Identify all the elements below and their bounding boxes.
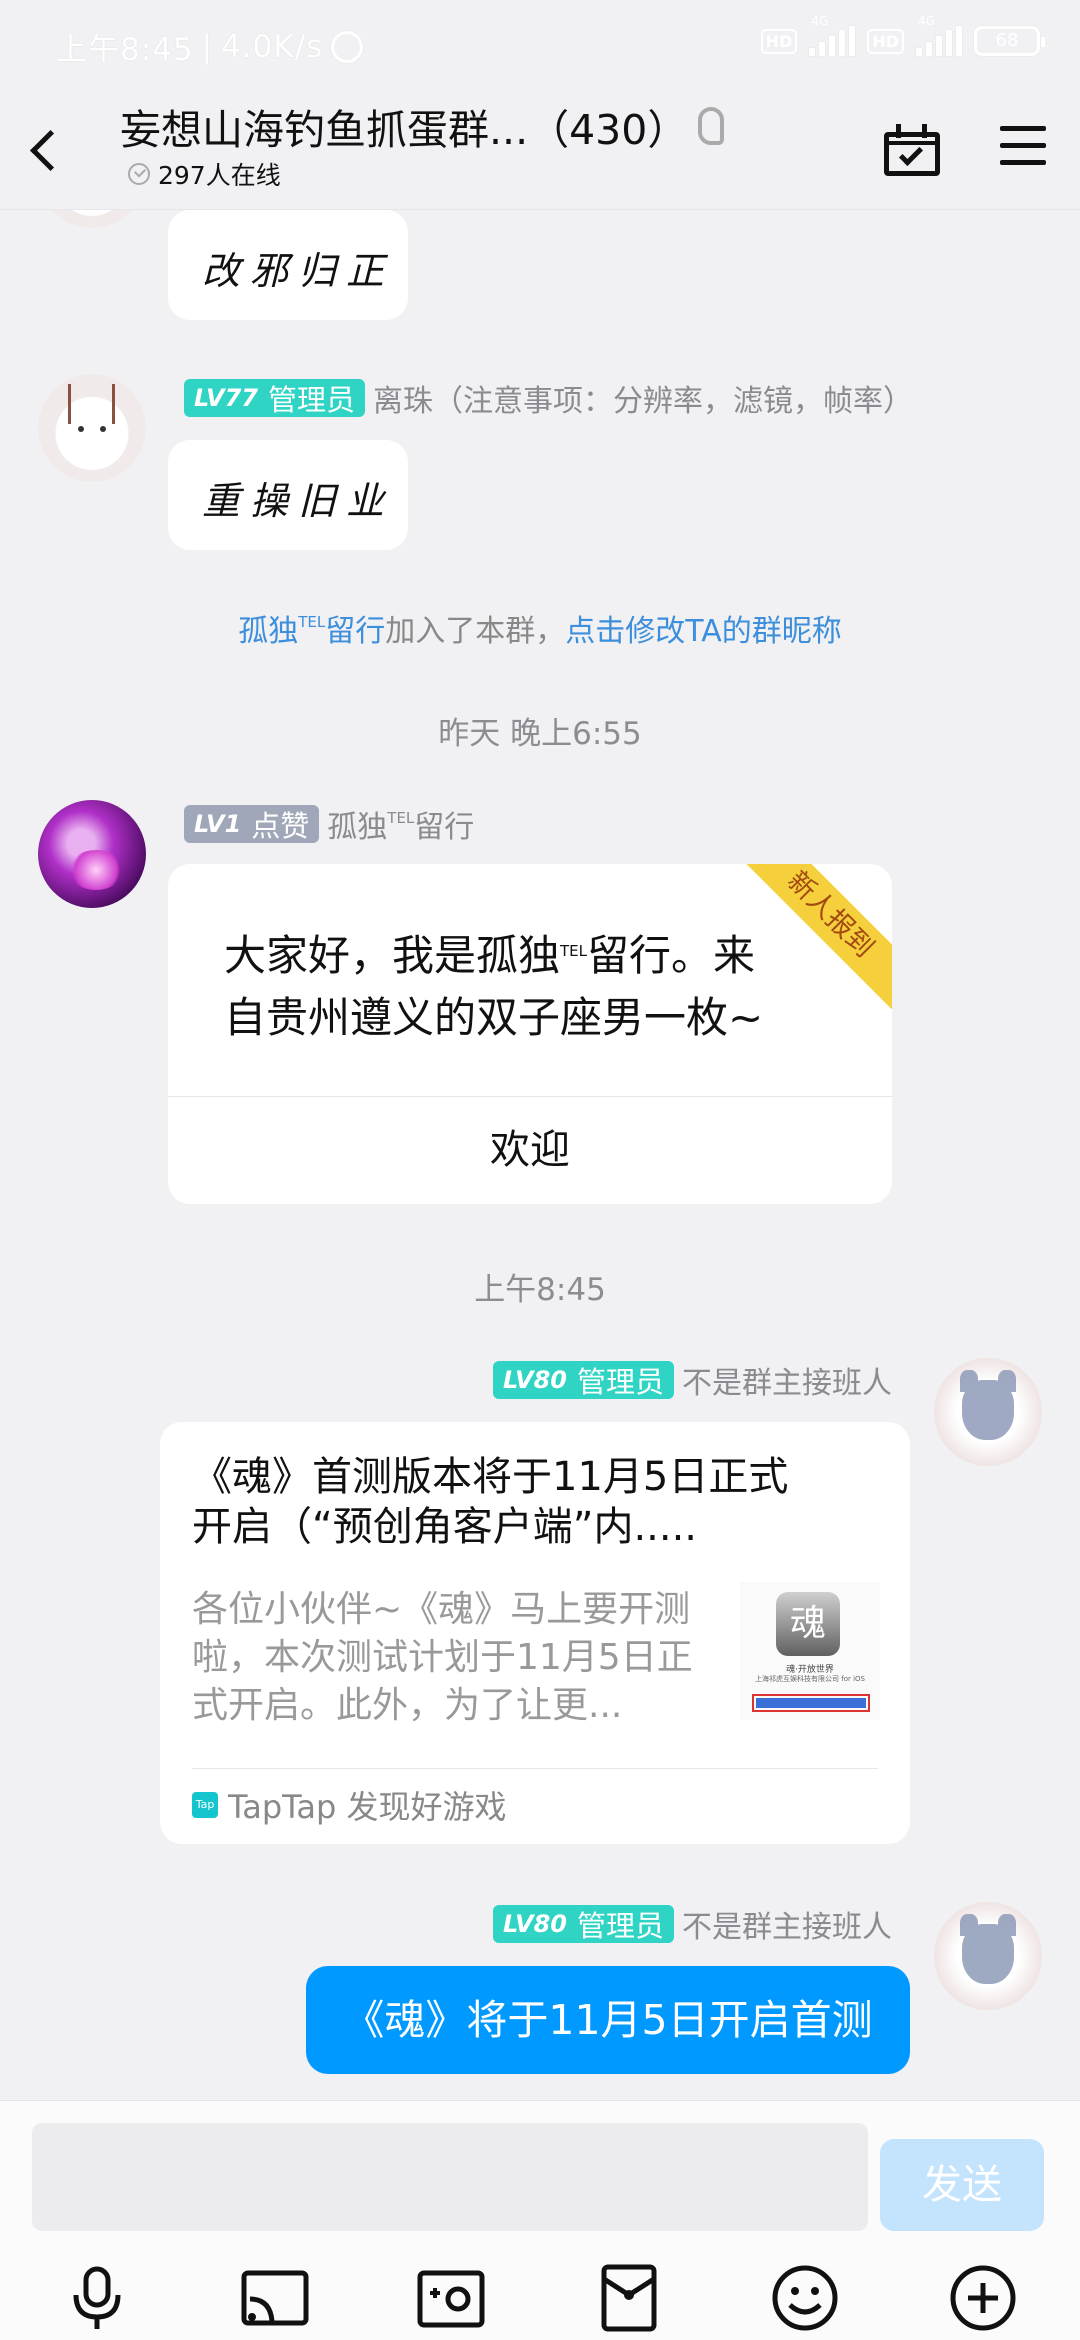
admin-badge: LV77 管理员 xyxy=(184,379,365,417)
share-card-description: 各位小伙伴~《魂》马上要开测 啦，本次测试计划于11月5日正 式开启。此外，为了… xyxy=(192,1589,693,1726)
avatar[interactable] xyxy=(934,1358,1042,1466)
avatar[interactable] xyxy=(934,1902,1042,2010)
sender-meta: LV77 管理员 离珠（注意事项：分辨率，滤镜，帧率） xyxy=(184,376,913,420)
cast-screen-icon[interactable] xyxy=(240,2263,310,2333)
sender-meta: LV80 管理员 不是群主接班人 xyxy=(493,1902,892,1946)
status-speed: 4.0K/s xyxy=(221,28,324,65)
alarm-icon xyxy=(331,30,364,63)
message-bubble[interactable]: 重操旧业 xyxy=(168,440,408,550)
online-count-text: 297人在线 xyxy=(158,161,281,190)
sender-name[interactable]: 不是群主接班人 xyxy=(682,1902,892,1946)
menu-icon[interactable] xyxy=(1000,126,1046,168)
share-card-title: 《魂》首测版本将于11月5日正式 开启（“预创角客户端”内..... xyxy=(192,1454,789,1550)
newcomer-ribbon: 新人报到 xyxy=(742,864,892,1014)
edit-nickname-link[interactable]: 点击修改TA的群昵称 xyxy=(565,614,842,649)
card-divider xyxy=(192,1768,878,1769)
newcomer-card[interactable]: 新人报到 大家好，我是孤独TEL留行。来 自贵州遵义的双子座男一枚~ 欢迎 xyxy=(168,864,892,1204)
hd-icon-2: HD xyxy=(867,28,904,54)
role-label: 管理员 xyxy=(576,1909,664,1943)
send-button[interactable]: 发送 xyxy=(880,2139,1044,2231)
ear-icon xyxy=(698,107,725,145)
message-text: 《魂》将于11月5日开启首测 xyxy=(343,1996,873,2044)
chat-header: 妄想山海钓鱼抓蛋群...（430） 297人在线 xyxy=(0,90,1080,210)
share-card-thumbnail: 魂 魂·开放世界 上海祁虎互娱科技有限公司 for iOS xyxy=(740,1582,880,1720)
input-bar: 发送 xyxy=(0,2100,1080,2340)
avatar[interactable] xyxy=(38,800,146,908)
sender-meta: LV80 管理员 不是群主接班人 xyxy=(493,1358,892,1402)
battery-icon: 68 xyxy=(974,26,1045,56)
level-badge: LV1 点赞 xyxy=(184,805,320,843)
greeting-text: 大家好，我是孤独TEL留行。来 自贵州遵义的双子座男一枚~ xyxy=(224,931,764,1042)
network-type-1: 4G xyxy=(811,14,829,28)
level-label: LV1 xyxy=(194,810,242,838)
role-label: 管理员 xyxy=(267,383,355,417)
sender-meta: LV1 点赞 孤独TEL留行 xyxy=(184,802,474,846)
status-left: 上午8:45 | 4.0K/s xyxy=(56,24,364,69)
message-bubble-self[interactable]: 《魂》将于11月5日开启首测 xyxy=(306,1966,910,2074)
thumb-caption-2: 上海祁虎互娱科技有限公司 for iOS xyxy=(755,1675,865,1683)
network-type-2: 4G xyxy=(918,14,935,28)
thumb-button xyxy=(756,1698,866,1708)
status-time: 上午8:45 xyxy=(56,32,194,68)
level-label: LV80 xyxy=(503,1366,567,1394)
welcome-button[interactable]: 欢迎 xyxy=(168,1097,892,1204)
group-title[interactable]: 妄想山海钓鱼抓蛋群...（430） xyxy=(120,96,725,156)
sender-name[interactable]: 孤独TEL留行 xyxy=(327,802,474,846)
level-label: LV77 xyxy=(194,384,258,412)
sender-name[interactable]: 不是群主接班人 xyxy=(682,1358,892,1402)
message-bubble[interactable]: 改邪归正 xyxy=(168,210,408,320)
admin-badge: LV80 管理员 xyxy=(493,1361,674,1399)
source-label: TapTap 发现好游戏 xyxy=(228,1788,507,1826)
status-right: HD 4G HD 4G 68 xyxy=(760,14,1045,56)
back-button[interactable] xyxy=(14,112,74,182)
message-text: 改邪归正 xyxy=(202,249,395,293)
voice-icon[interactable] xyxy=(62,2263,132,2333)
notice-text: 加入了本群， xyxy=(385,614,566,649)
sender-name[interactable]: 离珠（注意事项：分辨率，滤镜，帧率） xyxy=(373,376,913,420)
online-status-icon xyxy=(128,163,150,185)
calendar-checkin-icon[interactable] xyxy=(884,124,940,176)
system-notice: 孤独TEL留行加入了本群，点击修改TA的群昵称 xyxy=(0,606,1080,650)
timestamp: 昨天 晚上6:55 xyxy=(438,716,642,752)
share-card-source: Tap TapTap 发现好游戏 xyxy=(192,1782,507,1828)
message-text: 重操旧业 xyxy=(202,479,395,523)
share-card[interactable]: 《魂》首测版本将于11月5日正式 开启（“预创角客户端”内..... 各位小伙伴… xyxy=(160,1422,910,1844)
camera-icon[interactable] xyxy=(416,2263,486,2333)
joined-user-name[interactable]: 孤独TEL留行 xyxy=(238,613,385,649)
admin-badge: LV80 管理员 xyxy=(493,1905,674,1943)
avatar[interactable] xyxy=(38,374,146,482)
hd-icon: HD xyxy=(760,28,798,54)
taptap-icon: Tap xyxy=(192,1792,218,1818)
signal-icon: 4G xyxy=(809,14,856,56)
red-packet-icon[interactable] xyxy=(594,2263,664,2333)
message-input[interactable] xyxy=(32,2123,868,2231)
role-label: 管理员 xyxy=(576,1365,664,1399)
thumb-highlight-box xyxy=(752,1694,870,1712)
group-title-text: 妄想山海钓鱼抓蛋群...（430） xyxy=(120,106,689,154)
add-more-icon[interactable] xyxy=(948,2263,1018,2333)
signal-icon-2: 4G xyxy=(916,14,962,56)
timestamp: 上午8:45 xyxy=(474,1272,606,1308)
emoji-icon[interactable] xyxy=(770,2263,840,2333)
game-app-icon: 魂 xyxy=(776,1592,840,1656)
level-label: LV80 xyxy=(503,1910,567,1938)
online-count: 297人在线 xyxy=(128,156,281,192)
status-divider: | xyxy=(201,28,214,65)
status-bar: 上午8:45 | 4.0K/s HD 4G HD 4G 68 xyxy=(0,0,1080,90)
role-label: 点赞 xyxy=(251,809,310,843)
